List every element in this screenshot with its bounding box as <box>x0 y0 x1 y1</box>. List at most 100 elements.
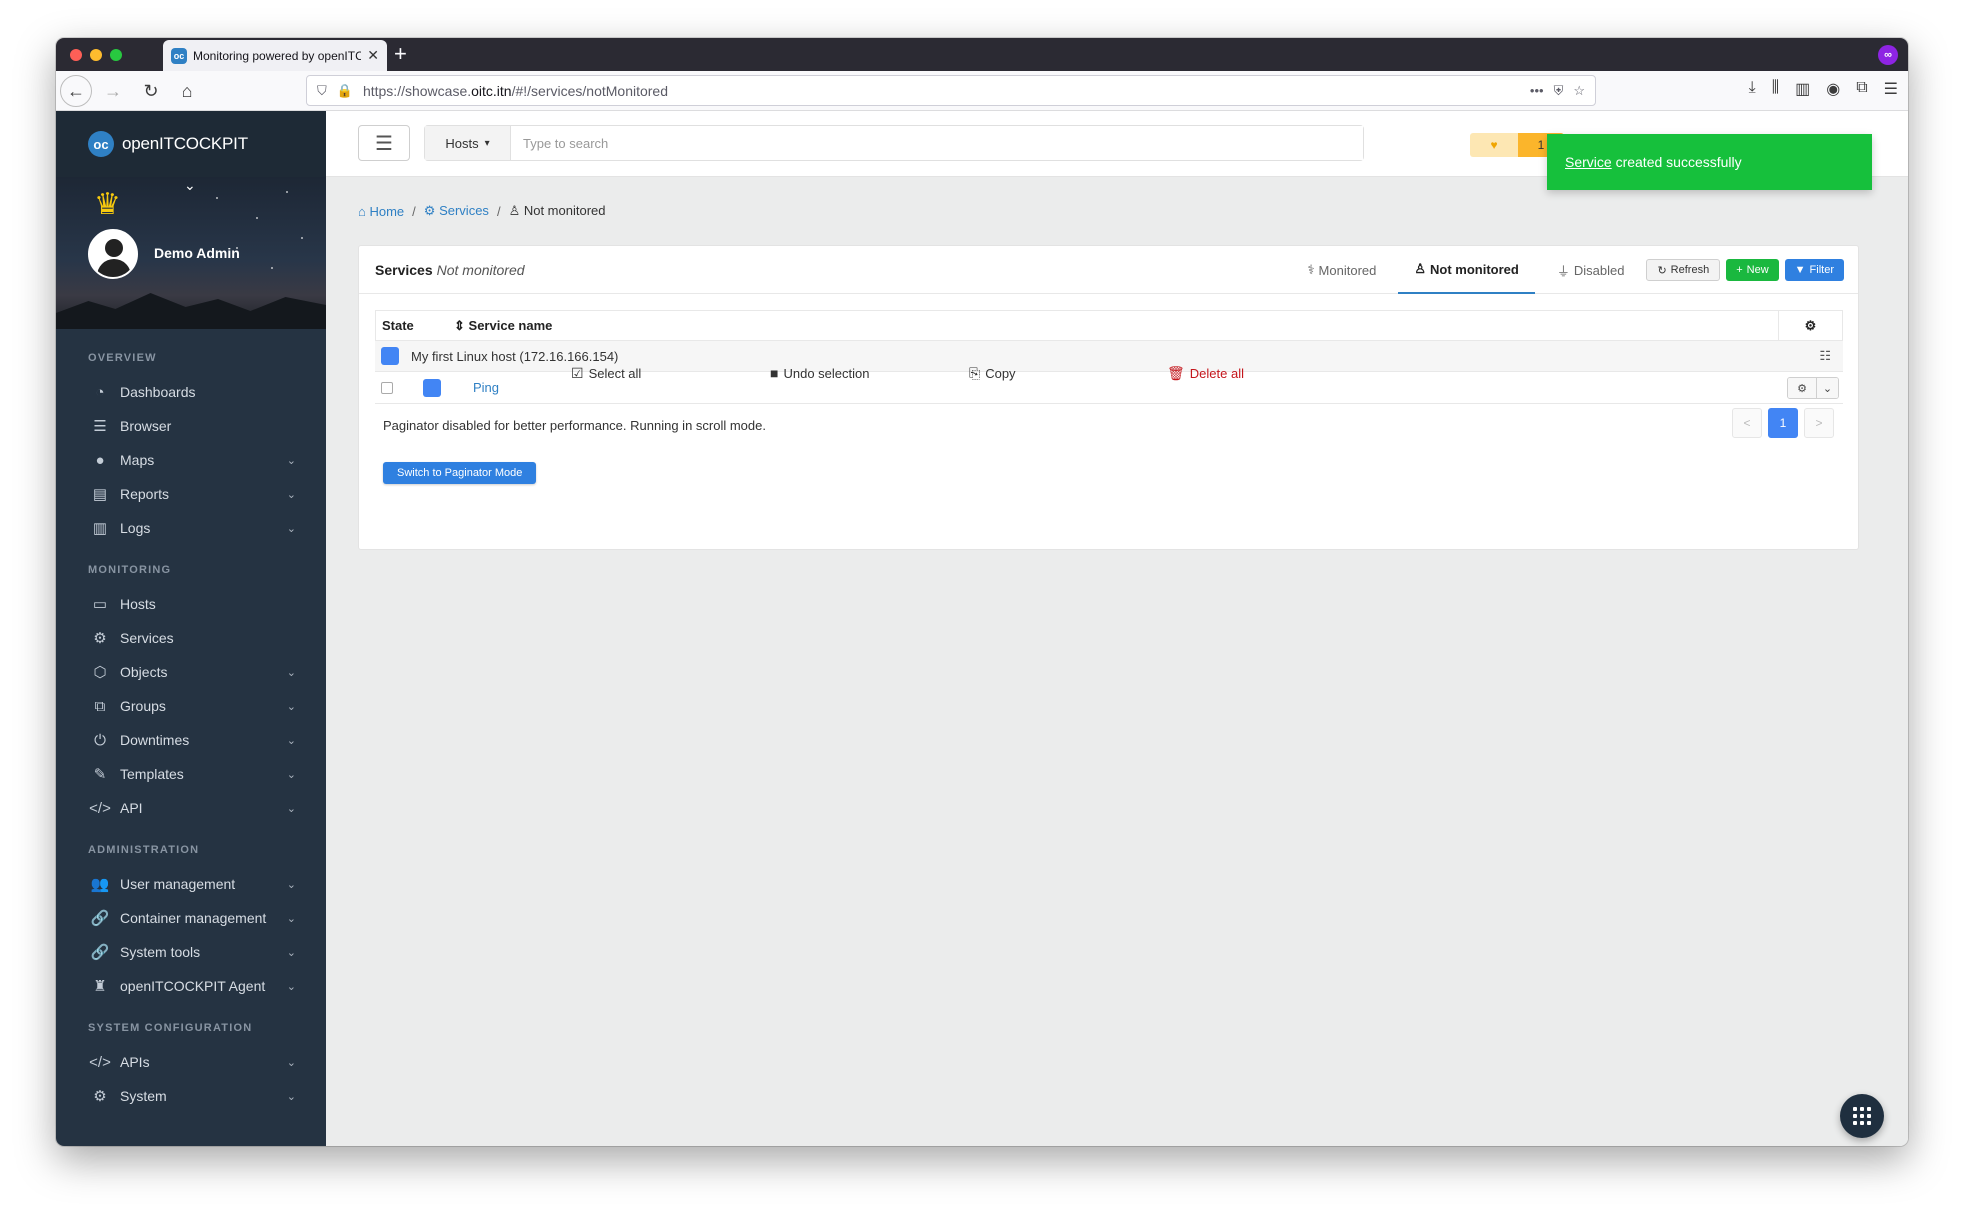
crown-icon: ♛ <box>94 188 121 221</box>
account-icon[interactable]: ◉ <box>1826 79 1840 99</box>
sidebar-logo[interactable]: oc openITCOCKPIT <box>56 111 326 177</box>
avatar[interactable] <box>88 229 138 279</box>
mountain-background <box>56 293 326 329</box>
sidebar-item-maps[interactable]: ● Maps ⌄ <box>56 443 326 477</box>
delete-all-label: Delete all <box>1189 365 1244 381</box>
menu-icon[interactable]: ☰ <box>1884 79 1898 99</box>
toast-link[interactable]: Service <box>1565 154 1612 170</box>
prev-page-button[interactable]: < <box>1732 408 1762 438</box>
url-text[interactable]: https://showcase.oitc.itn/#!/services/no… <box>363 83 1520 99</box>
sidebar-item-services[interactable]: ⚙ Services <box>56 621 326 655</box>
home-button[interactable]: ⌂ <box>172 77 202 105</box>
sidebar-item-container-management[interactable]: 🔗 Container management ⌄ <box>56 901 326 935</box>
chevron-down-icon[interactable]: ⌄ <box>184 177 196 194</box>
breadcrumb: ⌂ Home / ⚙ Services / ♙ Not monitored <box>358 203 606 219</box>
wrench-icon: 🔗 <box>90 944 110 961</box>
chevron-down-icon: ⌄ <box>286 768 296 781</box>
sidebar-item-label: Reports <box>120 486 170 502</box>
column-settings-icon[interactable]: ⚙ <box>1778 311 1842 340</box>
search-type-label: Hosts <box>445 135 479 151</box>
sidebar-item-templates[interactable]: ✎ Templates ⌄ <box>56 757 326 791</box>
bookmark-star-icon[interactable]: ☆ <box>1573 83 1585 99</box>
filter-button[interactable]: ▼ Filter <box>1784 259 1844 281</box>
tab-title: Monitoring powered by openITC <box>193 48 362 63</box>
chevron-down-icon: ▾ <box>484 137 490 149</box>
sidebar-item-hosts[interactable]: ▭ Hosts <box>56 587 326 621</box>
menu-toggle-button[interactable]: ☰ <box>358 125 410 161</box>
sidebar-item-system-tools[interactable]: 🔗 System tools ⌄ <box>56 935 326 969</box>
more-actions-icon[interactable]: ••• <box>1530 83 1544 98</box>
breadcrumb-services[interactable]: ⚙ Services <box>424 203 489 219</box>
sidebar-item-browser[interactable]: ☰ Browser <box>56 409 326 443</box>
tab-not-monitored[interactable]: ♙ Not monitored <box>1398 246 1535 294</box>
sidebar-item-downtimes[interactable]: ⏻ Downtimes ⌄ <box>56 723 326 757</box>
reload-button[interactable]: ↻ <box>136 77 166 105</box>
delete-all-button[interactable]: 🗑 Delete all <box>1167 365 1244 382</box>
sidebar-item-label: Maps <box>120 452 155 468</box>
search-input[interactable] <box>511 126 1363 160</box>
chevron-down-icon: ⌄ <box>286 522 296 535</box>
sidebar-item-reports[interactable]: ▤ Reports ⌄ <box>56 477 326 511</box>
lock-warning-icon[interactable]: 🔒 <box>337 83 353 99</box>
copy-button[interactable]: ⎘ Copy <box>969 365 1016 382</box>
tab-bar: oc Monitoring powered by openITC ✕ + ∞ <box>56 38 1908 71</box>
url-bar[interactable]: ⛉ 🔒 https://showcase.oitc.itn/#!/service… <box>306 75 1596 106</box>
success-toast[interactable]: Service created successfully <box>1547 134 1872 190</box>
switch-paginator-button[interactable]: Switch to Paginator Mode <box>383 462 537 484</box>
library-icon[interactable]: ⫼ <box>1772 79 1779 99</box>
browser-tab[interactable]: oc Monitoring powered by openITC ✕ <box>163 40 387 71</box>
sidebar-item-apis[interactable]: </> APIs ⌄ <box>56 1045 326 1079</box>
sidebar-item-groups[interactable]: ⧉ Groups ⌄ <box>56 689 326 723</box>
sort-icon: ⇕ <box>454 317 465 333</box>
close-tab-icon[interactable]: ✕ <box>367 47 379 64</box>
breadcrumb-home[interactable]: ⌂ Home <box>358 204 404 219</box>
close-window-button[interactable] <box>70 49 82 61</box>
sidebar-item-objects[interactable]: ⬡ Objects ⌄ <box>56 655 326 689</box>
tab-monitored[interactable]: ⚕ Monitored <box>1292 246 1393 294</box>
chevron-down-icon: ⌄ <box>286 980 296 993</box>
tab-disabled[interactable]: ⏚ Disabled <box>1541 246 1641 294</box>
sidebar-item-api[interactable]: </> API ⌄ <box>56 791 326 825</box>
page-button[interactable]: 1 <box>1768 408 1798 438</box>
filter-label: Filter <box>1809 264 1834 276</box>
mass-actions: ☑ Select all ■ Undo selection ⎘ Copy 🗑 Delet… <box>375 358 1843 388</box>
stethoscope-icon: ⚕ <box>1307 262 1315 277</box>
downloads-icon[interactable]: ⤓ <box>1749 79 1756 99</box>
favicon-icon: oc <box>171 47 187 64</box>
next-page-button[interactable]: > <box>1804 408 1834 438</box>
column-service-name[interactable]: ⇕ Service name <box>454 318 1778 334</box>
back-button[interactable]: ← <box>60 75 92 107</box>
link-icon: 🔗 <box>90 910 110 927</box>
select-all-button[interactable]: ☑ Select all <box>571 365 641 382</box>
column-state[interactable]: State <box>376 318 454 333</box>
sidebar-item-openitcockpit-agent[interactable]: ♜ openITCOCKPIT Agent ⌄ <box>56 969 326 1003</box>
user-icon: ♙ <box>1414 261 1427 276</box>
refresh-button[interactable]: ↻ Refresh <box>1646 259 1721 281</box>
panel-tabs: ⚕ Monitored ♙ Not monitored ⏚ Disabled ↻ Ref… <box>1292 246 1844 294</box>
sidebar-item-dashboards[interactable]: ◔ Dashboards <box>56 375 326 409</box>
services-table: State ⇕ Service name ⚙ My first Linux ho… <box>375 310 1843 404</box>
sidebar-item-user-management[interactable]: 👥 User management ⌄ <box>56 867 326 901</box>
code-icon: </> <box>89 1053 111 1071</box>
sidebar-section-title: SYSTEM CONFIGURATION <box>88 1022 253 1034</box>
extensions-icon[interactable]: ⧉ <box>1856 79 1867 99</box>
sidebar-item-logs[interactable]: ▥ Logs ⌄ <box>56 511 326 545</box>
pocket-icon[interactable]: ⛨ <box>1554 83 1564 99</box>
minimize-window-button[interactable] <box>90 49 102 61</box>
sidebar-item-system[interactable]: ⚙ System ⌄ <box>56 1079 326 1113</box>
forward-button[interactable]: → <box>98 77 128 105</box>
new-tab-button[interactable]: + <box>394 42 407 66</box>
search-type-select[interactable]: Hosts ▾ <box>425 126 511 160</box>
user-name[interactable]: Demo Admin <box>154 245 240 261</box>
app-launcher-button[interactable] <box>1840 1094 1884 1138</box>
user-profile: ♛ ⌄ Demo Admin <box>56 177 326 329</box>
new-button[interactable]: + New <box>1726 259 1779 281</box>
shield-icon[interactable]: ⛉ <box>317 83 327 99</box>
search-group: Hosts ▾ <box>424 125 1364 161</box>
sidebar-icon[interactable]: ▥ <box>1795 79 1810 99</box>
undo-selection-button[interactable]: ■ Undo selection <box>770 365 869 381</box>
sidebar-item-label: Hosts <box>120 596 156 612</box>
url-path: /#!/services/notMonitored <box>511 82 668 99</box>
maximize-window-button[interactable] <box>110 49 122 61</box>
column-service-name-label: Service name <box>468 317 553 333</box>
